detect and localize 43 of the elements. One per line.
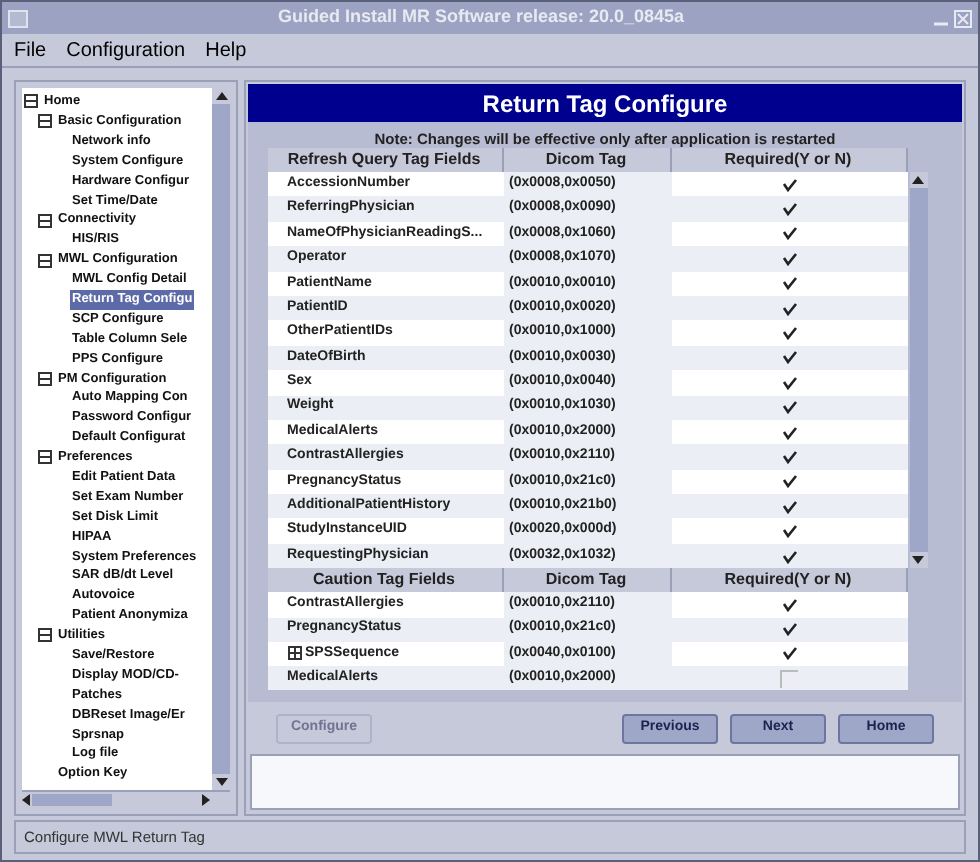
arrow-up-icon[interactable]: [215, 92, 227, 100]
minus-icon[interactable]: [24, 94, 38, 109]
checkbox[interactable]: [780, 595, 798, 614]
arrow-up-icon[interactable]: [912, 176, 924, 184]
checkbox[interactable]: [780, 669, 798, 688]
arrow-down-icon[interactable]: [912, 556, 924, 565]
horizontal-scrollbar[interactable]: [22, 790, 230, 808]
minus-icon[interactable]: [38, 114, 52, 129]
arrow-right-icon[interactable]: [202, 794, 210, 806]
checkbox[interactable]: [780, 497, 798, 516]
minus-icon[interactable]: [38, 450, 52, 465]
arrow-down-icon[interactable]: [215, 778, 227, 786]
checkbox[interactable]: [780, 274, 798, 293]
menu-item[interactable]: Configuration: [66, 35, 186, 65]
checkbox[interactable]: [780, 644, 798, 663]
menu-item[interactable]: Help: [205, 35, 247, 65]
scrollbar[interactable]: [909, 172, 927, 569]
checkbox[interactable]: [780, 224, 798, 243]
checkbox[interactable]: [780, 373, 798, 392]
plus-icon[interactable]: [287, 646, 301, 661]
checkbox[interactable]: [780, 423, 798, 442]
checkbox[interactable]: [780, 249, 798, 268]
checkbox[interactable]: [780, 472, 798, 491]
menu-item[interactable]: File: [14, 35, 47, 65]
checkbox[interactable]: [780, 324, 798, 343]
checkbox[interactable]: [780, 398, 798, 417]
minus-icon[interactable]: [38, 213, 52, 228]
checkbox[interactable]: [780, 620, 798, 639]
checkbox[interactable]: [780, 547, 798, 566]
window-icon: [8, 9, 28, 27]
scrollbar[interactable]: [212, 88, 230, 790]
window-title: Guided Install MR Software release: 20.0_0845a: [275, 4, 687, 31]
minus-icon[interactable]: [38, 628, 52, 643]
checkbox[interactable]: [780, 175, 798, 194]
checkbox[interactable]: [780, 447, 798, 466]
checkbox[interactable]: [780, 299, 798, 318]
arrow-left-icon[interactable]: [22, 794, 30, 806]
checkbox[interactable]: [780, 522, 798, 541]
checkbox[interactable]: [780, 200, 798, 219]
page-header: Return Tag Configure: [248, 84, 962, 122]
minus-icon[interactable]: [38, 253, 52, 268]
minus-icon[interactable]: [38, 371, 52, 386]
checkbox[interactable]: [780, 348, 798, 367]
